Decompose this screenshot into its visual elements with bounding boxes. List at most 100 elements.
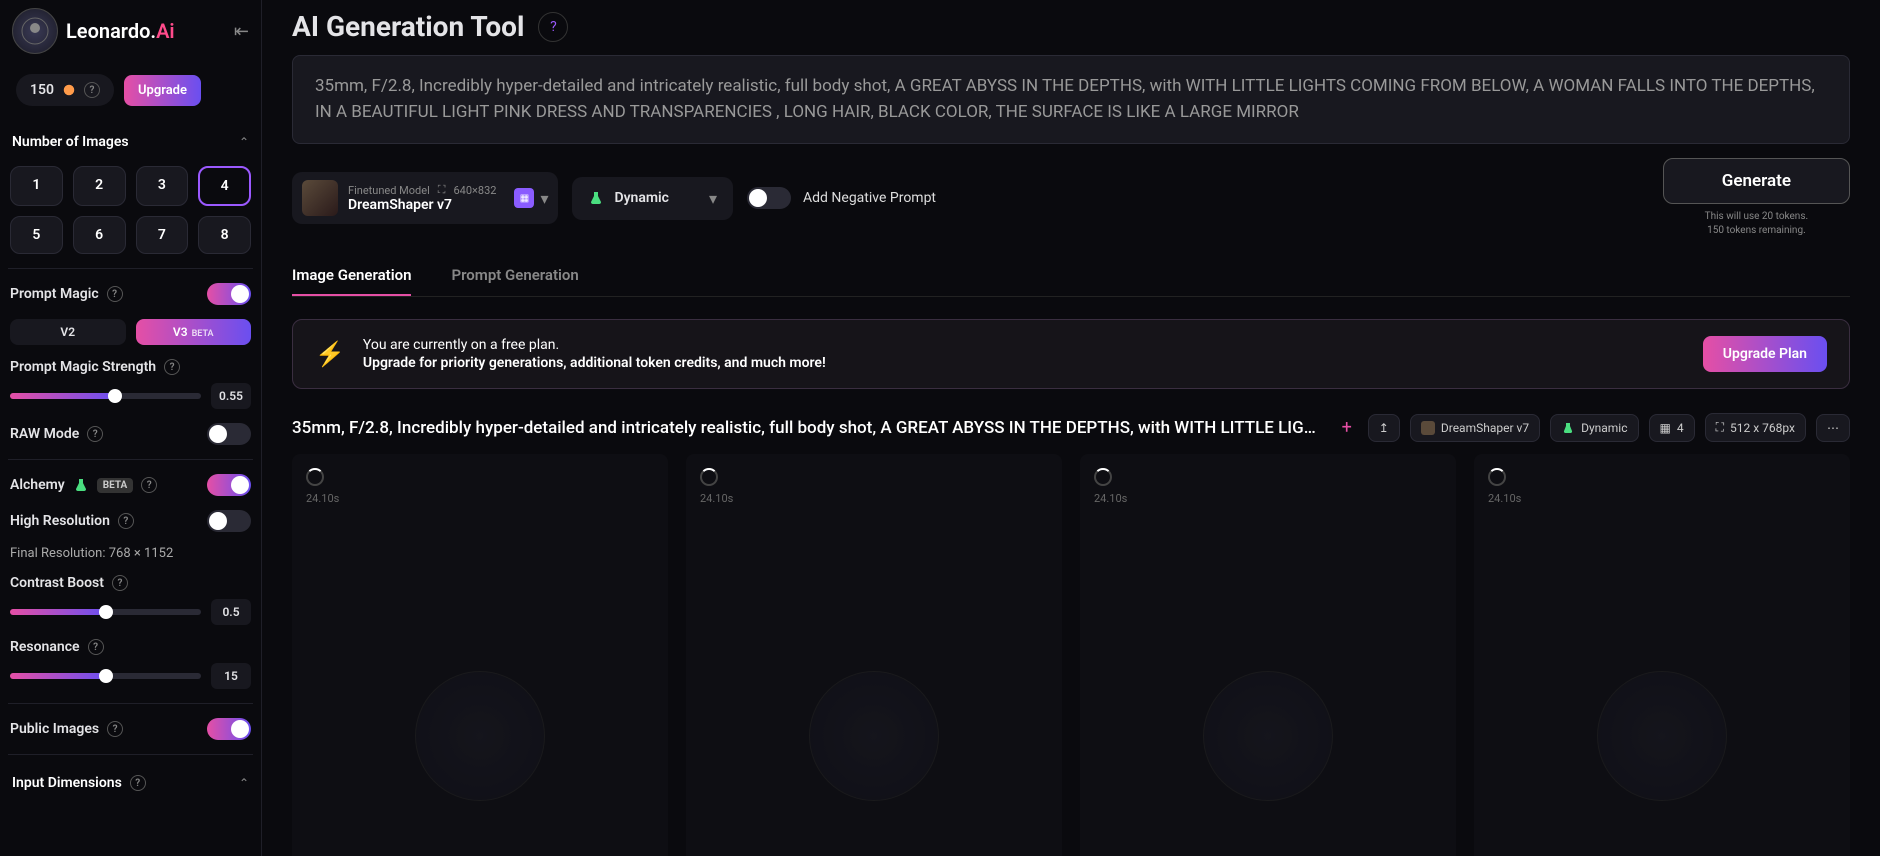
resonance-label: Resonance ? bbox=[10, 639, 251, 655]
model-chip-icon bbox=[1421, 421, 1435, 435]
prompt-magic-label: Prompt Magic ? bbox=[10, 286, 123, 302]
collapse-sidebar-icon[interactable]: ⇤ bbox=[234, 21, 249, 42]
style-selector[interactable]: Dynamic ▾ bbox=[572, 177, 733, 220]
layers-icon[interactable]: ▦ bbox=[514, 188, 534, 208]
raw-mode-label: RAW Mode ? bbox=[10, 426, 103, 442]
style-chip[interactable]: Dynamic bbox=[1550, 414, 1638, 442]
help-icon[interactable]: ? bbox=[107, 286, 123, 302]
number-of-images-section: Number of Images ⌃ 1 2 3 4 5 6 7 8 bbox=[8, 128, 253, 254]
negative-prompt-toggle[interactable] bbox=[747, 187, 791, 209]
section-header[interactable]: Number of Images ⌃ bbox=[10, 128, 251, 156]
num-8-button[interactable]: 8 bbox=[198, 216, 251, 254]
style-name: Dynamic bbox=[614, 190, 669, 206]
spinner-icon bbox=[700, 468, 718, 486]
main-header: AI Generation Tool ? bbox=[292, 10, 1850, 43]
plus-icon[interactable]: + bbox=[1336, 417, 1358, 438]
credits-chip[interactable]: 150 ? bbox=[16, 74, 114, 106]
image-card[interactable]: 24.10s bbox=[686, 454, 1062, 856]
placeholder-logo-icon bbox=[415, 671, 545, 801]
prompt-magic-strength-slider[interactable]: 0.55 bbox=[10, 383, 251, 409]
high-resolution-row: High Resolution ? bbox=[10, 510, 251, 532]
image-time: 24.10s bbox=[1488, 492, 1521, 505]
num-6-button[interactable]: 6 bbox=[73, 216, 126, 254]
generate-column: Generate This will use 20 tokens. 150 to… bbox=[1663, 158, 1850, 238]
help-icon[interactable]: ? bbox=[118, 513, 134, 529]
token-icon bbox=[62, 83, 76, 97]
help-icon[interactable]: ? bbox=[84, 82, 100, 98]
images-grid: 24.10s 24.10s 24.10s 24.10s bbox=[292, 454, 1850, 856]
flask-icon bbox=[588, 190, 604, 206]
chevron-up-icon[interactable]: ⌃ bbox=[239, 776, 249, 790]
divider bbox=[8, 459, 253, 460]
flask-icon bbox=[1561, 421, 1575, 435]
generate-button[interactable]: Generate bbox=[1663, 158, 1850, 204]
chevron-up-icon[interactable]: ⌃ bbox=[239, 135, 249, 149]
alchemy-toggle[interactable] bbox=[207, 474, 251, 496]
num-5-button[interactable]: 5 bbox=[10, 216, 63, 254]
help-icon[interactable]: ? bbox=[130, 775, 146, 791]
spinner-icon bbox=[306, 468, 324, 486]
num-4-button[interactable]: 4 bbox=[198, 166, 251, 206]
num-2-button[interactable]: 2 bbox=[73, 166, 126, 206]
dims-icon: ⛶ bbox=[438, 183, 446, 197]
image-card[interactable]: 24.10s bbox=[292, 454, 668, 856]
upgrade-plan-button[interactable]: Upgrade Plan bbox=[1703, 336, 1827, 372]
count-chip[interactable]: ▦ 4 bbox=[1649, 414, 1695, 442]
public-images-toggle[interactable] bbox=[207, 718, 251, 740]
help-badge[interactable]: ? bbox=[538, 12, 568, 42]
public-images-section: Public Images ? bbox=[8, 718, 253, 740]
upload-chip[interactable]: ↥ bbox=[1368, 414, 1400, 442]
help-icon[interactable]: ? bbox=[87, 426, 103, 442]
more-chip[interactable]: ⋯ bbox=[1816, 414, 1850, 442]
high-resolution-toggle[interactable] bbox=[207, 510, 251, 532]
help-icon[interactable]: ? bbox=[107, 721, 123, 737]
generation-prompt: 35mm, F/2.8, Incredibly hyper-detailed a… bbox=[292, 418, 1326, 438]
num-3-button[interactable]: 3 bbox=[136, 166, 189, 206]
upgrade-banner: ⚡ You are currently on a free plan. Upgr… bbox=[292, 319, 1850, 389]
alchemy-label: Alchemy BETA ? bbox=[10, 477, 157, 493]
prompt-magic-row: Prompt Magic ? bbox=[10, 283, 251, 305]
chevron-down-icon[interactable]: ▾ bbox=[709, 189, 717, 208]
v2-button[interactable]: V2 bbox=[10, 319, 126, 345]
placeholder-logo-icon bbox=[809, 671, 939, 801]
brand-logo[interactable]: Leonardo.Ai bbox=[12, 8, 175, 54]
v3-button[interactable]: V3BETA bbox=[136, 319, 252, 345]
tab-prompt-generation[interactable]: Prompt Generation bbox=[451, 256, 578, 296]
model-name: DreamShaper v7 bbox=[348, 197, 496, 213]
generate-info: This will use 20 tokens. 150 tokens rema… bbox=[1705, 210, 1809, 238]
num-1-button[interactable]: 1 bbox=[10, 166, 63, 206]
page-title: AI Generation Tool bbox=[292, 10, 524, 43]
help-icon[interactable]: ? bbox=[164, 359, 180, 375]
tab-image-generation[interactable]: Image Generation bbox=[292, 256, 411, 296]
placeholder-logo-icon bbox=[1597, 671, 1727, 801]
upgrade-button[interactable]: Upgrade bbox=[124, 75, 201, 106]
prompt-magic-section: Prompt Magic ? V2 V3BETA Prompt Magic St… bbox=[8, 283, 253, 445]
prompt-input-box[interactable]: 35mm, F/2.8, Incredibly hyper-detailed a… bbox=[292, 55, 1850, 144]
resonance-slider[interactable]: 15 bbox=[10, 663, 251, 689]
spinner-icon bbox=[1094, 468, 1112, 486]
prompt-text[interactable]: 35mm, F/2.8, Incredibly hyper-detailed a… bbox=[315, 74, 1827, 125]
raw-mode-toggle[interactable] bbox=[207, 423, 251, 445]
section-header[interactable]: Input Dimensions ? ⌃ bbox=[10, 769, 251, 797]
help-icon[interactable]: ? bbox=[141, 477, 157, 493]
model-selector[interactable]: Finetuned Model ⛶640×832 DreamShaper v7 … bbox=[292, 172, 558, 224]
image-icon: ▦ bbox=[1660, 421, 1671, 435]
negative-prompt-row: Add Negative Prompt bbox=[747, 187, 936, 209]
divider bbox=[8, 703, 253, 704]
num-7-button[interactable]: 7 bbox=[136, 216, 189, 254]
dims-chip[interactable]: ⛶ 512 x 768px bbox=[1705, 413, 1806, 442]
model-avatar-icon bbox=[302, 180, 338, 216]
help-icon[interactable]: ? bbox=[88, 639, 104, 655]
image-time: 24.10s bbox=[700, 492, 733, 505]
image-card[interactable]: 24.10s bbox=[1474, 454, 1850, 856]
chevron-down-icon[interactable]: ▾ bbox=[540, 189, 548, 208]
help-icon[interactable]: ? bbox=[112, 575, 128, 591]
prompt-magic-toggle[interactable] bbox=[207, 283, 251, 305]
model-chip[interactable]: DreamShaper v7 bbox=[1410, 414, 1540, 442]
banner-line2: Upgrade for priority generations, additi… bbox=[363, 355, 1685, 371]
image-card[interactable]: 24.10s bbox=[1080, 454, 1456, 856]
contrast-boost-slider[interactable]: 0.5 bbox=[10, 599, 251, 625]
divider bbox=[8, 754, 253, 755]
beta-badge: BETA bbox=[97, 478, 134, 493]
sidebar: Leonardo.Ai ⇤ 150 ? Upgrade Number of Im… bbox=[0, 0, 262, 856]
